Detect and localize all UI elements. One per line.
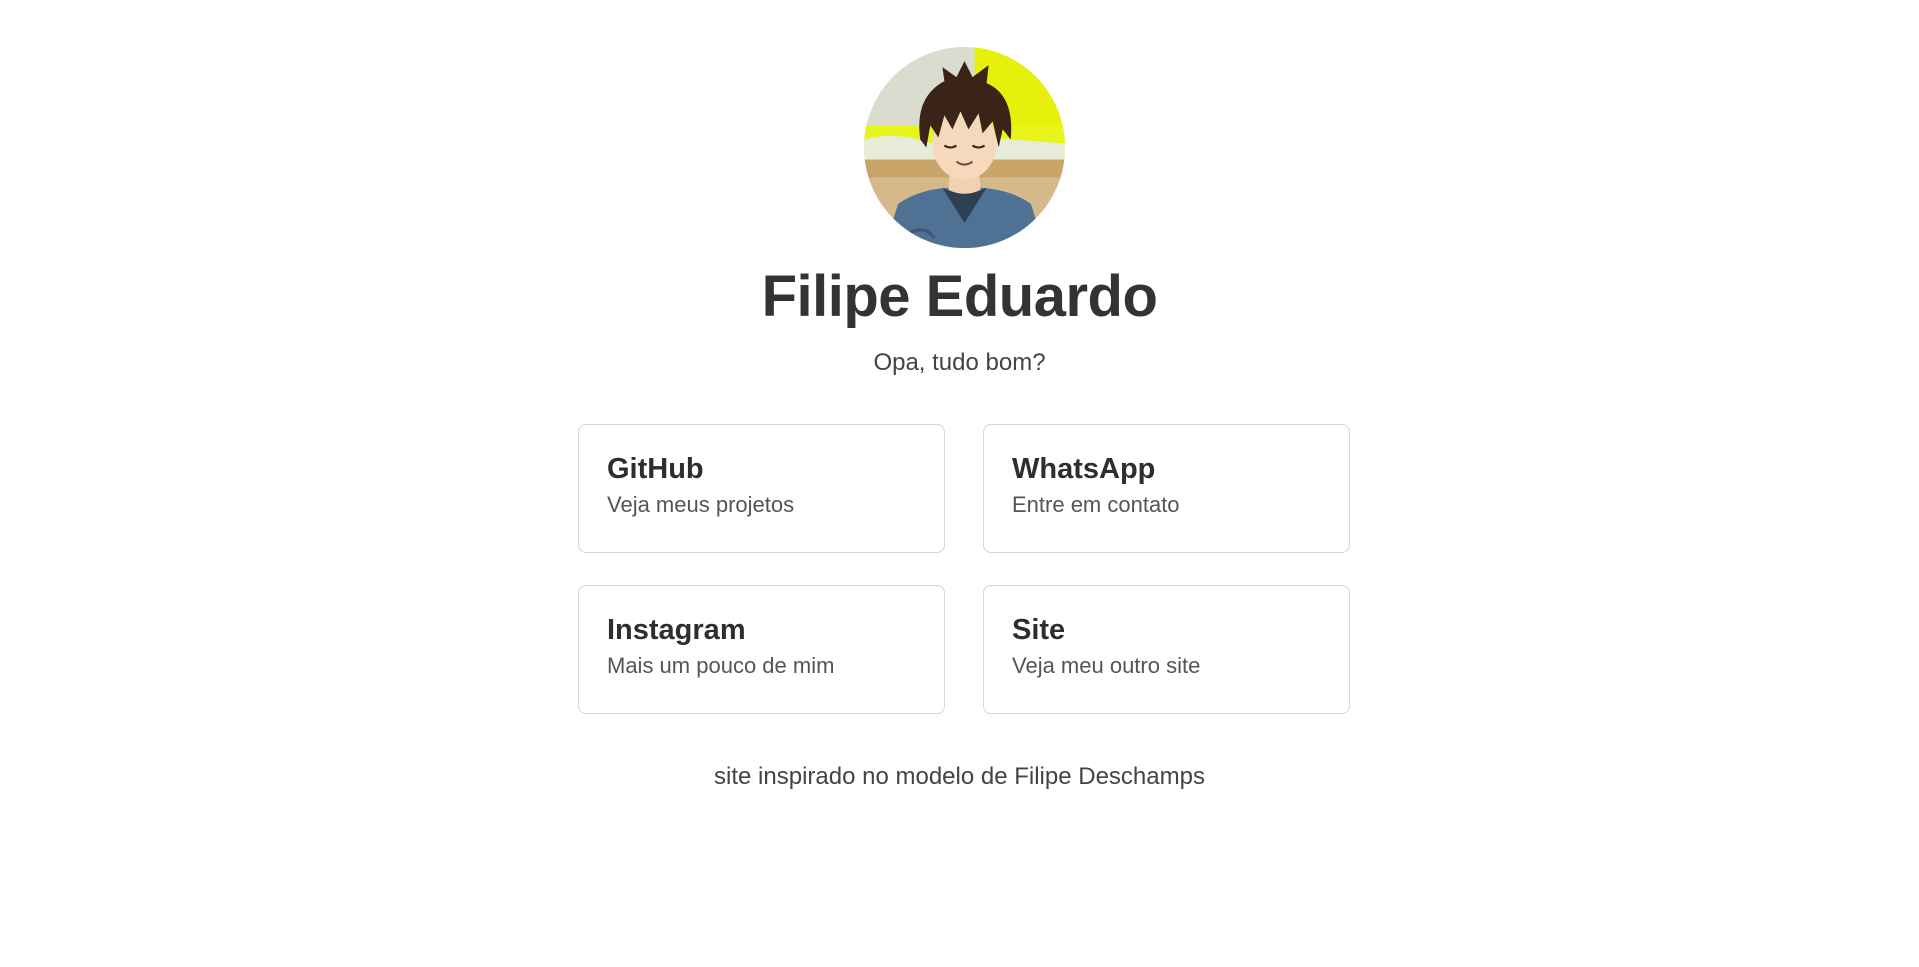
profile-page: Filipe Eduardo Opa, tudo bom? GitHub Vej… — [0, 0, 1919, 967]
avatar — [864, 47, 1065, 248]
avatar-illustration — [864, 47, 1065, 248]
profile-greeting: Opa, tudo bom? — [873, 349, 1046, 376]
card-title: GitHub — [607, 453, 704, 485]
profile-name: Filipe Eduardo — [761, 264, 1158, 329]
card-title: Instagram — [607, 614, 746, 646]
card-description: Veja meus projetos — [607, 492, 795, 517]
card-description: Mais um pouco de mim — [607, 653, 835, 678]
instagram-link-card[interactable]: Instagram Mais um pouco de mim — [578, 585, 945, 714]
card-description: Entre em contato — [1012, 492, 1180, 517]
link-cards: GitHub Veja meus projetos WhatsApp Entre… — [578, 424, 1350, 714]
whatsapp-link-card[interactable]: WhatsApp Entre em contato — [983, 424, 1350, 553]
card-title: Site — [1012, 614, 1066, 646]
github-link-card[interactable]: GitHub Veja meus projetos — [578, 424, 945, 553]
site-link-card[interactable]: Site Veja meu outro site — [983, 585, 1350, 714]
card-title: WhatsApp — [1012, 453, 1156, 485]
footer-credit: site inspirado no modelo de Filipe Desch… — [714, 763, 1205, 790]
card-description: Veja meu outro site — [1012, 653, 1201, 678]
